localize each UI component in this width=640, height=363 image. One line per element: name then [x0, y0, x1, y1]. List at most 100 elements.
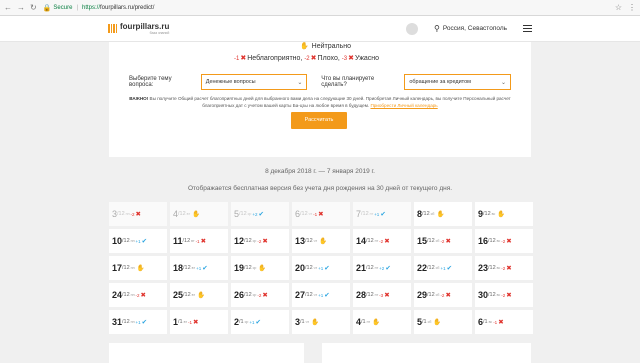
site-logo[interactable]: fourpillars.ru база знаний [108, 21, 170, 35]
day-number: 14 [356, 236, 367, 246]
day-weekday: пт [374, 266, 379, 270]
day-weekday: вс [496, 239, 501, 243]
plan-select[interactable]: обращение за кредитом ⌄ [404, 74, 511, 90]
calendar-day[interactable]: 20/12 чт +1 ✔ [292, 256, 350, 280]
calendar-day[interactable]: 28/12 пт -3 ✖ [353, 283, 411, 307]
day-month: /12 [183, 292, 191, 298]
day-score: +1 [318, 265, 324, 271]
calendar-day[interactable]: 29/12 сб -2 ✖ [414, 283, 472, 307]
day-weekday: пн [130, 293, 135, 297]
calendar-day[interactable]: 3/12 пн -2 ✖ [109, 202, 167, 226]
bookmark-star-icon[interactable]: ☆ [615, 3, 622, 12]
calendar-day[interactable]: 2/1 ср +1 ✔ [231, 310, 289, 334]
plan-label: Что вы планируете сделать? [321, 76, 375, 88]
thumb-down-icon: ✖ [384, 238, 390, 245]
thumb-down-icon: ✖ [200, 238, 207, 245]
day-score: +1 [440, 265, 446, 271]
day-month: /12 [117, 211, 125, 217]
calendar-day[interactable]: 6/12 чт -1 ✖ [292, 202, 350, 226]
avatar[interactable] [405, 22, 418, 35]
calendar-day[interactable]: 12/12 ср -2 ✖ [231, 229, 289, 253]
calendar-day[interactable]: 14/12 пт -2 ✖ [353, 229, 411, 253]
calendar-day[interactable]: 26/12 ср -2 ✖ [231, 283, 289, 307]
day-number: 11 [173, 236, 183, 246]
calendar-day[interactable]: 3/1 чт ✋ [292, 310, 350, 334]
location-selector[interactable]: ⚲ Россия, Севастополь [434, 24, 507, 33]
calendar-day[interactable]: 19/12 ср ✋ [231, 256, 289, 280]
day-month: /12 [305, 292, 313, 298]
note-bold: ВАЖНО! [129, 96, 149, 101]
day-weekday: вт [186, 212, 191, 216]
calendar-day[interactable]: 9/12 вс ✋ [475, 202, 533, 226]
calendar-day[interactable]: 30/12 вс -2 ✖ [475, 283, 533, 307]
day-weekday: пт [374, 293, 379, 297]
day-month: /12 [122, 238, 130, 244]
day-weekday: вс [488, 320, 493, 324]
forward-icon[interactable]: → [17, 3, 25, 12]
prediction-form-card: ✋ Нейтрально -1✖Неблагоприятно, -2✖Плохо… [109, 42, 531, 157]
calendar-grid: 3/12 пн -2 ✖ 4/12 вт ✋ 5/12 ср +2 ✔ 6/12 чт -1 ✖ 7/12 пт… [109, 202, 533, 334]
neutral-hand-icon: ✋ [436, 211, 445, 218]
address-bar[interactable]: https://fourpillars.ru/predict/ [82, 5, 615, 11]
day-score: -2 [379, 238, 384, 244]
calendar-day[interactable]: 17/12 пн ✋ [109, 256, 167, 280]
hamburger-menu-icon[interactable] [523, 24, 532, 33]
day-month: /12 [483, 211, 491, 217]
calendar-day[interactable]: 27/12 чт +1 ✔ [292, 283, 350, 307]
browser-nav: ← → ↻ [4, 3, 37, 12]
day-month: /12 [122, 292, 130, 298]
day-weekday: ср [252, 266, 257, 270]
day-score: -2 [501, 265, 506, 271]
calendar-day[interactable]: 15/12 сб -2 ✖ [414, 229, 472, 253]
neutral-hand-icon: ✋ [300, 43, 309, 50]
calendar-day[interactable]: 8/12 сб ✋ [414, 202, 472, 226]
day-number: 10 [112, 236, 123, 246]
calendar-day[interactable]: 1/1 вт -1 ✖ [170, 310, 228, 334]
calendar-day[interactable]: 31/12 пн +1 ✔ [109, 310, 167, 334]
calendar-day[interactable]: 5/12 ср +2 ✔ [231, 202, 289, 226]
day-number: 16 [478, 236, 489, 246]
calendar-day[interactable]: 13/12 чт ✋ [292, 229, 350, 253]
day-score: -2 [501, 292, 506, 298]
day-month: /1 [300, 319, 305, 325]
legend-m1-num: -1 [234, 56, 240, 62]
calendar-day[interactable]: 10/12 пн +1 ✔ [109, 229, 167, 253]
thumb-up-icon: ✔ [255, 319, 261, 326]
neutral-hand-icon: ✋ [192, 211, 201, 218]
back-icon[interactable]: ← [4, 3, 12, 12]
thumb-up-icon: ✔ [380, 211, 386, 218]
calendar-day[interactable]: 25/12 вт ✋ [170, 283, 228, 307]
calendar-day[interactable]: 7/12 пт +1 ✔ [353, 202, 411, 226]
calendar-day[interactable]: 6/1 вс -1 ✖ [475, 310, 533, 334]
browser-menu-icon[interactable]: ⋮ [628, 3, 636, 12]
calendar-day[interactable]: 18/12 вт +1 ✔ [170, 256, 228, 280]
buy-calendar-link[interactable]: Приобрести Личный календарь [370, 103, 437, 108]
day-month: /1 [483, 319, 488, 325]
url-separator: | [76, 4, 78, 11]
day-month: /12 [305, 238, 313, 244]
day-month: /12 [305, 265, 313, 271]
day-number: 25 [173, 290, 184, 300]
thumb-down-icon: ✖ [348, 55, 354, 62]
topic-select[interactable]: Денежные вопросы ⌄ [200, 74, 308, 90]
calendar-day[interactable]: 5/1 сб ✋ [414, 310, 472, 334]
day-month: /12 [183, 265, 191, 271]
day-number: 28 [356, 290, 367, 300]
calculate-button[interactable]: Рассчитать [291, 112, 347, 129]
thumb-down-icon: ✖ [445, 292, 451, 299]
thumb-down-icon: ✖ [262, 238, 268, 245]
day-month: /12 [488, 265, 496, 271]
calendar-day[interactable]: 11/12 вт -1 ✖ [170, 229, 228, 253]
calendar-day[interactable]: 21/12 пт +2 ✔ [353, 256, 411, 280]
reload-icon[interactable]: ↻ [30, 3, 37, 12]
bottom-card-left [109, 343, 304, 363]
logo-name: fourpillars.ru [120, 21, 170, 31]
thumb-up-icon: ✔ [446, 265, 453, 272]
calendar-day[interactable]: 23/12 вс -2 ✖ [475, 256, 533, 280]
calendar-day[interactable]: 4/1 пт ✋ [353, 310, 411, 334]
calendar-day[interactable]: 4/12 вт ✋ [170, 202, 228, 226]
calendar-day[interactable]: 22/12 сб +1 ✔ [414, 256, 472, 280]
calendar-day[interactable]: 16/12 вс -2 ✖ [475, 229, 533, 253]
day-number: 13 [295, 236, 306, 246]
calendar-day[interactable]: 24/12 пн -2 ✖ [109, 283, 167, 307]
